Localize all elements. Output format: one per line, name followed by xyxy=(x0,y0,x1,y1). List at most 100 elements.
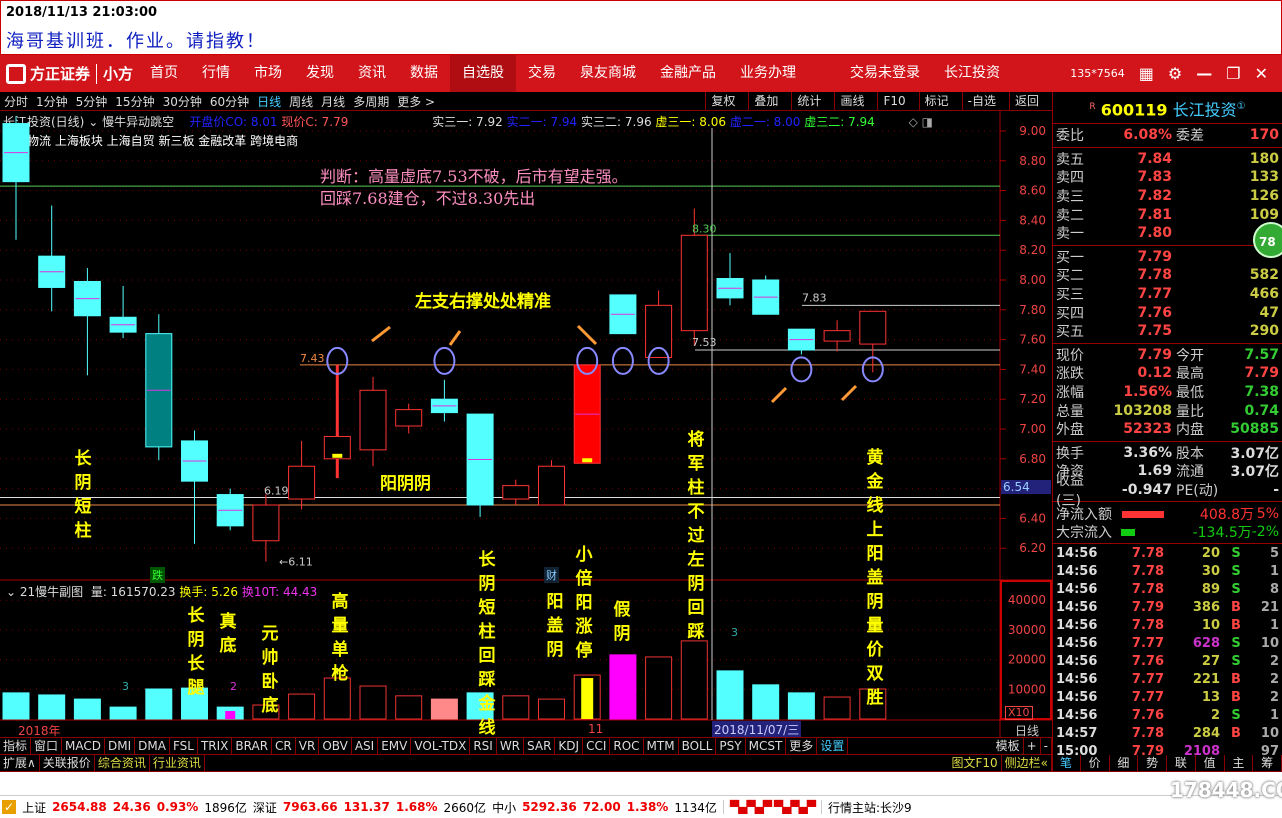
indicator-tab[interactable]: SAR xyxy=(524,738,556,754)
value: 52323 xyxy=(1123,421,1172,438)
float-bubble[interactable]: 78 xyxy=(1253,222,1282,258)
nav-item[interactable]: 市场 xyxy=(242,55,294,92)
tool-button[interactable]: 叠加 xyxy=(748,92,783,111)
indicator-tab[interactable]: MACD xyxy=(62,738,106,754)
login-status[interactable]: 交易未登录 xyxy=(838,55,932,92)
tool-button[interactable]: -自选 xyxy=(961,92,1001,111)
indicator-tab[interactable]: DMI xyxy=(105,738,136,754)
period-tab[interactable]: 日线 xyxy=(257,93,281,110)
tick-qty: 221 xyxy=(1192,671,1220,687)
subchart-name[interactable]: 21慢牛副图 xyxy=(20,585,83,599)
period-tab[interactable]: 月线 xyxy=(321,93,345,110)
period-tab[interactable]: 5分钟 xyxy=(76,93,108,110)
indicator-tab[interactable]: KDJ xyxy=(555,738,584,754)
side-tab[interactable]: 细 xyxy=(1110,755,1139,771)
tool-button[interactable]: 画线 xyxy=(834,92,869,111)
ext-right-tab[interactable]: 图文F10 xyxy=(948,755,1002,771)
grid-icon[interactable]: ▦ xyxy=(1139,64,1154,83)
template-button[interactable]: 模板 xyxy=(993,738,1024,754)
side-tab[interactable]: 筹 xyxy=(1253,755,1282,771)
indicator-tab[interactable]: FSL xyxy=(170,738,198,754)
gear-icon[interactable]: ⚙ xyxy=(1168,64,1182,83)
account-id: 135*7564 xyxy=(1070,67,1125,80)
nav-item[interactable]: 泉友商城 xyxy=(568,55,648,92)
indicator-tab[interactable]: ASI xyxy=(352,738,379,754)
indicator-tab[interactable]: BOLL xyxy=(679,738,717,754)
finance-tag[interactable]: 财 xyxy=(544,567,559,583)
capital-flow: 净流入额 408.8万 5% 大宗流入 -134.5万 -2% xyxy=(1053,502,1282,545)
nav-item[interactable]: 自选股 xyxy=(450,55,516,92)
period-tab[interactable]: 分时 xyxy=(4,93,28,110)
period-tab[interactable]: 更多 > xyxy=(397,93,435,110)
tool-button[interactable]: 标记 xyxy=(918,92,954,111)
nav-item[interactable]: 发现 xyxy=(294,55,346,92)
period-tab[interactable]: 15分钟 xyxy=(115,93,154,110)
indicator-tab[interactable]: 指标 xyxy=(0,738,32,754)
nav-item[interactable]: 资讯 xyxy=(346,55,398,92)
nav-item[interactable]: 金融产品 xyxy=(648,55,728,92)
ext-tab[interactable]: 扩展∧ xyxy=(0,755,40,771)
indicator-tab[interactable]: WR xyxy=(497,738,525,754)
nav-item[interactable]: 交易 xyxy=(516,55,568,92)
tick-row: 14:56 7.78 10 B 1 xyxy=(1053,616,1282,634)
indicator-tab[interactable]: BRAR xyxy=(232,738,273,754)
tick-list[interactable]: 14:56 7.78 20 S 5 14:56 7.78 30 S 1 14:56 7.78 89 S 8 1… xyxy=(1053,544,1282,760)
ext-tab[interactable]: 综合资讯 xyxy=(95,755,150,771)
indicator-tab[interactable]: DMA xyxy=(135,738,170,754)
indicator-tab[interactable]: VR xyxy=(296,738,320,754)
indicator-tab[interactable]: RSI xyxy=(470,738,497,754)
indicator-tab[interactable]: ROC xyxy=(610,738,644,754)
indicator-tab[interactable]: OBV xyxy=(319,738,352,754)
indicator-tab[interactable]: TRIX xyxy=(198,738,233,754)
indicator-tab[interactable]: CCI xyxy=(583,738,611,754)
indicator-tab[interactable]: CR xyxy=(272,738,296,754)
tool-button[interactable]: 统计 xyxy=(791,92,826,111)
indicator-tab[interactable]: EMV xyxy=(378,738,412,754)
side-tab[interactable]: 联 xyxy=(1167,755,1196,771)
side-tab[interactable]: 主 xyxy=(1225,755,1254,771)
ext-right-tab[interactable]: 侧边栏« xyxy=(1002,755,1052,771)
side-tab[interactable]: 笔 xyxy=(1052,755,1081,771)
period-tab[interactable]: 多周期 xyxy=(353,93,389,110)
indicator-tab[interactable]: MTM xyxy=(644,738,679,754)
nav-item[interactable]: 首页 xyxy=(138,55,190,92)
tool-button[interactable]: 返回 xyxy=(1008,92,1044,111)
period-tab[interactable]: 1分钟 xyxy=(36,93,68,110)
indicator-tab[interactable]: PSY xyxy=(716,738,746,754)
brand-logo[interactable]: 方正证券 小方 xyxy=(0,63,138,84)
server-status[interactable]: 行情主站:长沙9 xyxy=(828,799,912,816)
period-tab[interactable]: 周线 xyxy=(289,93,313,110)
indicator-tab[interactable]: 窗口 xyxy=(31,738,63,754)
indicator-tab[interactable]: 设置 xyxy=(817,738,849,754)
template-button[interactable]: + xyxy=(1024,738,1041,754)
tool-button[interactable]: 复权 xyxy=(705,92,740,111)
sh-change: 24.36 xyxy=(112,800,151,814)
tool-button[interactable]: F10 xyxy=(877,92,910,111)
volume-bar xyxy=(538,698,565,720)
side-tab[interactable]: 值 xyxy=(1196,755,1225,771)
fundamentals: 换手 3.36% 股本 3.07亿 净资 1.69 流通 3.07亿 收益(三) -0.947 PE… xyxy=(1053,442,1282,509)
nav-item[interactable]: 行情 xyxy=(190,55,242,92)
restore-icon[interactable]: ❐ xyxy=(1226,64,1240,83)
tick-time: 14:56 xyxy=(1056,599,1098,615)
period-tab[interactable]: 60分钟 xyxy=(210,93,249,110)
side-tab[interactable]: 势 xyxy=(1138,755,1167,771)
side-tab[interactable]: 价 xyxy=(1081,755,1110,771)
minimize-icon[interactable]: — xyxy=(1196,64,1212,83)
close-icon[interactable]: ✕ xyxy=(1255,64,1268,83)
period-tab[interactable]: 30分钟 xyxy=(163,93,202,110)
chevron-down-icon[interactable]: ⌄ xyxy=(6,585,16,599)
ext-tab[interactable]: 行业资讯 xyxy=(150,755,205,771)
price-tick-label: 6.20 xyxy=(1019,541,1046,555)
indicator-tab[interactable]: 更多 xyxy=(786,738,818,754)
ext-tab[interactable]: 关联报价 xyxy=(40,755,95,771)
market-icon[interactable]: ✓ xyxy=(2,800,17,814)
indicator-tab[interactable]: MCST xyxy=(746,738,787,754)
nav-item[interactable]: 业务办理 xyxy=(728,55,808,92)
template-button[interactable]: - xyxy=(1041,738,1052,754)
price-tick-label: 7.00 xyxy=(1019,422,1046,436)
current-stock-tab[interactable]: 长江投资 xyxy=(932,55,1012,92)
value: 126 xyxy=(1249,188,1279,205)
indicator-tab[interactable]: VOL-TDX xyxy=(411,738,471,754)
nav-item[interactable]: 数据 xyxy=(398,55,450,92)
